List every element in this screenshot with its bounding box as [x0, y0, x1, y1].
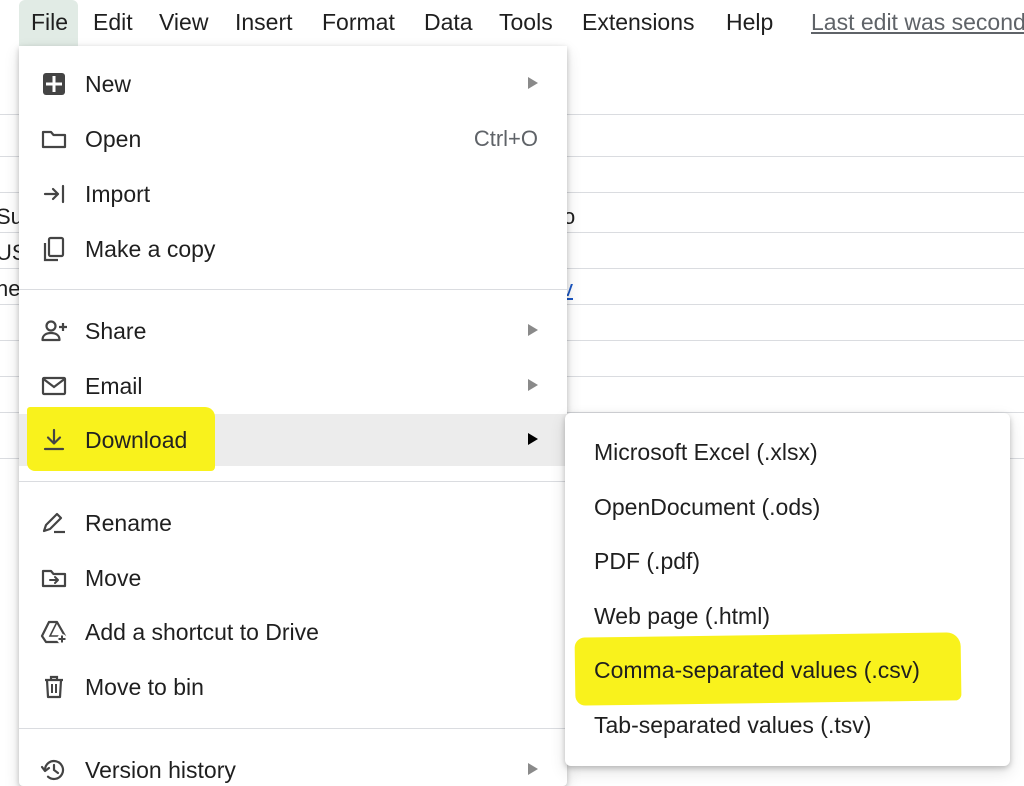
menu-insert[interactable]: Insert: [235, 0, 293, 46]
download-icon: [40, 426, 68, 454]
move-folder-icon: [40, 564, 68, 592]
submenu-item-label: OpenDocument (.ods): [594, 494, 821, 520]
download-ods[interactable]: OpenDocument (.ods): [565, 480, 1010, 534]
menu-item-label: Move to bin: [85, 674, 204, 700]
menu-item-open[interactable]: Open Ctrl+O: [19, 113, 567, 165]
menu-item-label: Move: [85, 565, 142, 591]
email-icon: [40, 372, 68, 400]
folder-icon: [40, 125, 68, 153]
download-submenu: Microsoft Excel (.xlsx) OpenDocument (.o…: [565, 413, 1010, 766]
menu-format[interactable]: Format: [322, 0, 395, 46]
download-xlsx[interactable]: Microsoft Excel (.xlsx): [565, 425, 1010, 479]
copy-icon: [40, 235, 68, 263]
share-person-icon: [40, 317, 68, 345]
menu-item-label: Version history: [85, 757, 236, 783]
download-pdf[interactable]: PDF (.pdf): [565, 534, 1010, 588]
menu-extensions[interactable]: Extensions: [582, 0, 695, 46]
menu-divider: [19, 481, 567, 482]
menu-view[interactable]: View: [159, 0, 208, 46]
menu-item-label: Download: [85, 427, 188, 453]
submenu-item-label: PDF (.pdf): [594, 548, 701, 574]
menu-item-label: Add a shortcut to Drive: [85, 619, 319, 645]
submenu-item-label: Tab-separated values (.tsv): [594, 712, 872, 738]
submenu-item-label: Web page (.html): [594, 603, 770, 629]
menu-item-version-history[interactable]: Version history: [19, 744, 567, 786]
submenu-item-label: Microsoft Excel (.xlsx): [594, 439, 818, 465]
new-sheet-icon: [40, 70, 68, 98]
trash-icon: [40, 673, 68, 701]
submenu-arrow-icon: [528, 77, 538, 89]
submenu-arrow-icon: [528, 324, 538, 336]
drive-shortcut-icon: [40, 618, 68, 646]
menu-item-label: Open: [85, 126, 142, 152]
rename-icon: [40, 509, 68, 537]
menu-item-import[interactable]: Import: [19, 168, 567, 220]
menu-item-email[interactable]: Email: [19, 360, 567, 412]
download-csv[interactable]: Comma-separated values (.csv): [565, 643, 1010, 697]
history-icon: [40, 756, 68, 784]
menu-item-download[interactable]: Download: [19, 414, 567, 466]
menu-item-share[interactable]: Share: [19, 305, 567, 357]
menu-item-label: Make a copy: [85, 236, 216, 262]
import-icon: [40, 180, 68, 208]
menu-item-new[interactable]: New: [19, 58, 567, 110]
cell-text[interactable]: ne: [0, 276, 20, 302]
submenu-item-label: Comma-separated values (.csv): [594, 657, 920, 683]
menu-edit[interactable]: Edit: [93, 0, 133, 46]
submenu-arrow-icon: [528, 379, 538, 391]
menu-item-label: Email: [85, 373, 143, 399]
menu-data[interactable]: Data: [424, 0, 473, 46]
submenu-arrow-icon: [528, 433, 538, 445]
file-menu: New Open Ctrl+O Import Make a copy Share…: [19, 46, 567, 786]
menu-item-rename[interactable]: Rename: [19, 497, 567, 549]
download-html[interactable]: Web page (.html): [565, 589, 1010, 643]
menu-item-move[interactable]: Move: [19, 552, 567, 604]
menu-item-label: Import: [85, 181, 151, 207]
last-edit-link[interactable]: Last edit was seconds ago: [811, 0, 1024, 46]
submenu-arrow-icon: [528, 763, 538, 775]
menu-item-move-to-bin[interactable]: Move to bin: [19, 661, 567, 713]
menu-divider: [19, 289, 567, 290]
menu-item-label: New: [85, 71, 132, 97]
menu-tools[interactable]: Tools: [499, 0, 553, 46]
menu-item-add-shortcut[interactable]: Add a shortcut to Drive: [19, 606, 567, 658]
menu-item-make-copy[interactable]: Make a copy: [19, 223, 567, 275]
menu-item-label: Share: [85, 318, 147, 344]
download-tsv[interactable]: Tab-separated values (.tsv): [565, 698, 1010, 752]
shortcut-text: Ctrl+O: [473, 126, 538, 151]
menu-help[interactable]: Help: [726, 0, 773, 46]
menu-item-label: Rename: [85, 510, 172, 536]
menu-file[interactable]: File: [19, 0, 78, 46]
menu-bar: File Edit View Insert Format Data Tools …: [0, 0, 1024, 46]
menu-divider: [19, 728, 567, 729]
